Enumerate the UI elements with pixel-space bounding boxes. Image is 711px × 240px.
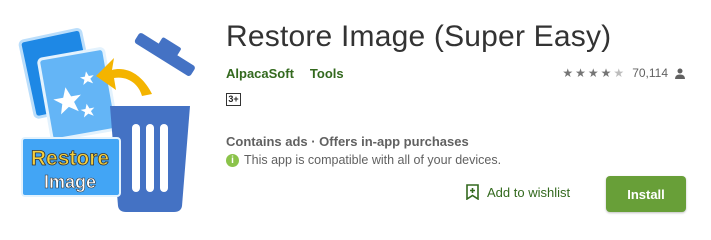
developer-link[interactable]: AlpacaSoft	[226, 66, 294, 81]
app-meta: AlpacaSoft Tools	[226, 66, 344, 81]
svg-text:Image: Image	[44, 172, 96, 192]
compatibility-text: This app is compatible with all of your …	[244, 153, 502, 167]
star-rating: ★ ★ ★ ★ ★	[562, 67, 624, 79]
ads-info: Contains ads · Offers in-app purchases	[226, 134, 469, 149]
app-title: Restore Image (Super Easy)	[226, 20, 612, 53]
bookmark-plus-icon	[466, 184, 479, 200]
star-icon: ★	[562, 66, 574, 80]
svg-text:Restore: Restore	[31, 147, 109, 170]
app-icon: Restore Image	[14, 14, 204, 214]
info-icon: i	[226, 153, 239, 167]
install-button[interactable]: Install	[606, 176, 686, 212]
compatibility-notice: i This app is compatible with all of you…	[226, 153, 501, 167]
category-link[interactable]: Tools	[310, 66, 344, 81]
star-empty-icon: ★	[613, 66, 625, 80]
star-icon: ★	[575, 66, 586, 80]
star-icon: ★	[600, 66, 612, 80]
add-to-wishlist-button[interactable]: Add to wishlist	[466, 184, 570, 200]
rating-summary: ★ ★ ★ ★ ★ 70,114	[562, 66, 685, 80]
rating-count: 70,114	[632, 66, 668, 80]
wishlist-label: Add to wishlist	[487, 184, 571, 200]
content-rating-badge: 3+	[226, 93, 241, 106]
person-icon	[675, 68, 685, 79]
star-icon: ★	[587, 66, 599, 80]
